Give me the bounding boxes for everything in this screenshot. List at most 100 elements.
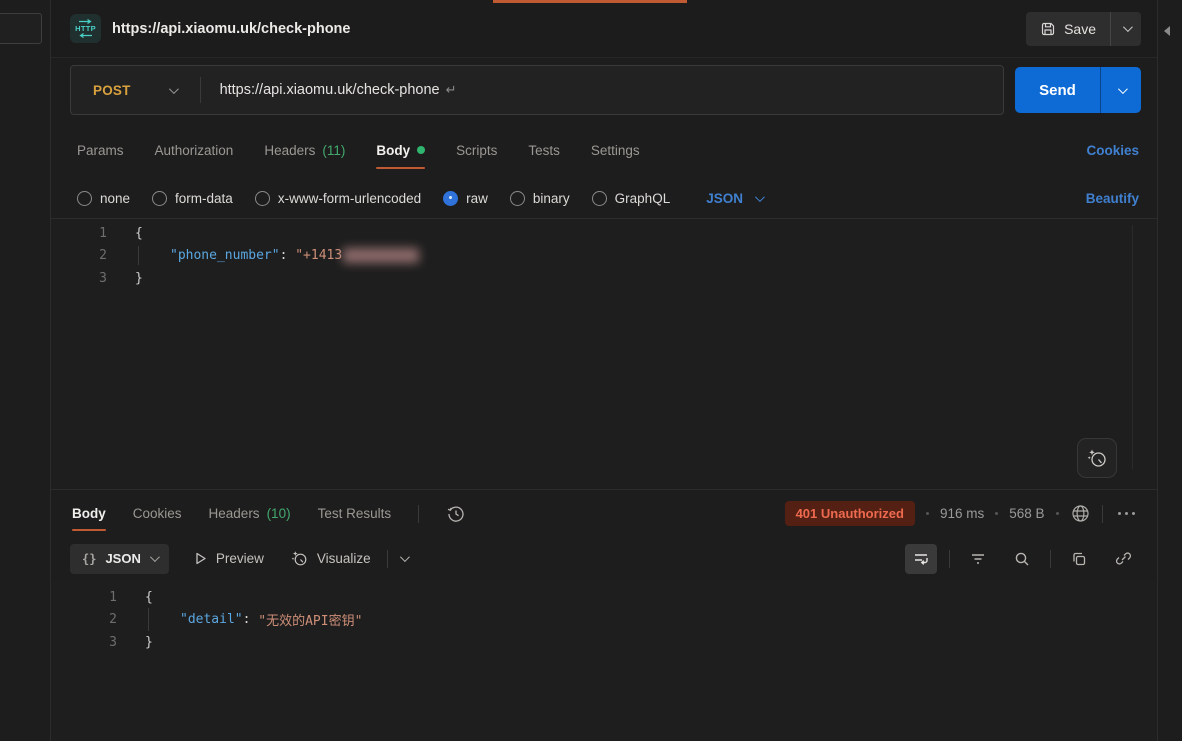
cookies-link[interactable]: Cookies xyxy=(1086,143,1139,158)
send-button[interactable]: Send xyxy=(1015,67,1100,113)
tab-label: Headers xyxy=(264,143,315,158)
wrap-text-icon xyxy=(912,550,930,568)
response-format-dropdown[interactable]: {} JSON xyxy=(70,544,169,574)
response-history-button[interactable] xyxy=(446,504,466,524)
http-badge-label: HTTP xyxy=(75,25,96,32)
url-input[interactable]: https://api.xiaomu.uk/check-phone ↵ xyxy=(201,82,1003,98)
request-body-editor[interactable]: 1 { 2 "phone_number": "+1413 3 } xyxy=(51,218,1157,489)
radio-label: form-data xyxy=(175,191,233,206)
url-text: https://api.xiaomu.uk/check-phone xyxy=(220,82,440,98)
visualize-button[interactable]: Visualize xyxy=(290,549,371,568)
enter-hint-icon: ↵ xyxy=(446,82,457,97)
radio-form-data[interactable]: form-data xyxy=(152,191,233,206)
headers-count: (11) xyxy=(322,143,345,158)
api-client-window: HTTP https://api.xiaomu.uk/check-phone S… xyxy=(0,0,1182,741)
body-type-bar: none form-data x-www-form-urlencoded raw… xyxy=(51,178,1157,218)
postbot-ai-button[interactable] xyxy=(1077,438,1117,478)
tab-authorization[interactable]: Authorization xyxy=(155,122,234,178)
radio-icon xyxy=(255,191,270,206)
response-tab-headers[interactable]: Headers(10) xyxy=(209,490,291,537)
collapse-panel-arrow-icon[interactable] xyxy=(1164,26,1170,36)
tab-label: Body xyxy=(376,143,410,158)
json-key: "detail" xyxy=(180,612,243,627)
dot-separator xyxy=(995,512,998,515)
response-toolbar: {} JSON Preview Visualize xyxy=(51,537,1157,580)
json-separator: : xyxy=(243,612,259,627)
play-icon xyxy=(193,551,208,566)
tab-label: Settings xyxy=(591,143,640,158)
save-button-group: Save xyxy=(1026,12,1141,46)
collapsed-sidebar-tab[interactable] xyxy=(0,13,42,44)
json-separator: : xyxy=(280,248,296,263)
response-panel: Body Cookies Headers(10) Test Results 40… xyxy=(51,489,1157,741)
search-button[interactable] xyxy=(1006,544,1038,574)
response-status-area: 401 Unauthorized 916 ms 568 B xyxy=(785,501,1139,526)
response-tabs-bar: Body Cookies Headers(10) Test Results 40… xyxy=(51,490,1157,537)
method-selector[interactable]: POST xyxy=(71,83,169,98)
radio-label: raw xyxy=(466,191,488,206)
divider xyxy=(949,550,950,568)
radio-label: binary xyxy=(533,191,570,206)
http-request-icon: HTTP xyxy=(70,14,101,43)
send-options-button[interactable] xyxy=(1100,67,1141,113)
main-panel: HTTP https://api.xiaomu.uk/check-phone S… xyxy=(51,0,1157,741)
headers-count: (10) xyxy=(267,506,291,521)
divider xyxy=(1050,550,1051,568)
chevron-down-icon[interactable] xyxy=(169,84,179,94)
save-button[interactable]: Save xyxy=(1026,12,1110,46)
postbot-sparkle-icon xyxy=(1085,446,1109,470)
copy-icon xyxy=(1070,550,1088,568)
code-line: 1 { xyxy=(51,222,1157,245)
language-selector[interactable]: JSON xyxy=(706,191,762,206)
response-size[interactable]: 568 B xyxy=(1009,506,1044,521)
tab-settings[interactable]: Settings xyxy=(591,122,640,178)
code-text: } xyxy=(145,635,153,650)
line-number: 1 xyxy=(51,590,145,605)
more-options-button[interactable] xyxy=(1114,508,1140,520)
copy-button[interactable] xyxy=(1063,544,1095,574)
request-tabs-bar: Params Authorization Headers (11) Body Sc… xyxy=(51,122,1157,178)
tab-tests[interactable]: Tests xyxy=(528,122,560,178)
code-line: 2 "phone_number": "+1413 xyxy=(51,245,1157,268)
request-url-row: POST https://api.xiaomu.uk/check-phone↵ … xyxy=(51,58,1157,122)
radio-none[interactable]: none xyxy=(77,191,130,206)
status-badge[interactable]: 401 Unauthorized xyxy=(785,501,915,526)
radio-x-www-form-urlencoded[interactable]: x-www-form-urlencoded xyxy=(255,191,421,206)
wrap-text-button[interactable] xyxy=(905,544,937,574)
radio-binary[interactable]: binary xyxy=(510,191,570,206)
code-line: 3 } xyxy=(51,631,1157,654)
copy-link-button[interactable] xyxy=(1107,544,1139,574)
filter-button[interactable] xyxy=(962,544,994,574)
tab-body[interactable]: Body xyxy=(376,122,425,178)
response-tab-body[interactable]: Body xyxy=(72,490,106,537)
tab-params[interactable]: Params xyxy=(77,122,124,178)
code-text: { xyxy=(135,226,143,241)
radio-raw[interactable]: raw xyxy=(443,191,488,206)
save-options-button[interactable] xyxy=(1110,12,1141,46)
chevron-down-icon xyxy=(755,192,765,202)
chevron-down-icon xyxy=(1117,84,1127,94)
language-label: JSON xyxy=(706,191,743,206)
code-text: { xyxy=(145,590,153,605)
response-tab-cookies[interactable]: Cookies xyxy=(133,490,182,537)
tab-headers[interactable]: Headers (11) xyxy=(264,122,345,178)
divider xyxy=(387,550,388,568)
divider xyxy=(1102,505,1103,523)
filter-icon xyxy=(969,550,987,568)
code-line: 3 } xyxy=(51,267,1157,290)
response-tab-test-results[interactable]: Test Results xyxy=(318,490,392,537)
response-body-editor[interactable]: 1 { 2 "detail": "无效的API密钥" 3 } xyxy=(51,580,1157,741)
tab-label: Body xyxy=(72,506,106,521)
radio-label: GraphQL xyxy=(615,191,671,206)
response-time[interactable]: 916 ms xyxy=(940,506,984,521)
chevron-down-icon[interactable] xyxy=(400,552,410,562)
tab-scripts[interactable]: Scripts xyxy=(456,122,497,178)
beautify-link[interactable]: Beautify xyxy=(1086,191,1139,206)
preview-button[interactable]: Preview xyxy=(193,551,264,566)
tab-label: Params xyxy=(77,143,124,158)
line-number: 2 xyxy=(51,248,135,263)
radio-graphql[interactable]: GraphQL xyxy=(592,191,671,206)
network-globe-icon[interactable] xyxy=(1070,503,1091,524)
radio-label: x-www-form-urlencoded xyxy=(278,191,421,206)
code-text: "phone_number": "+1413 xyxy=(135,248,419,263)
